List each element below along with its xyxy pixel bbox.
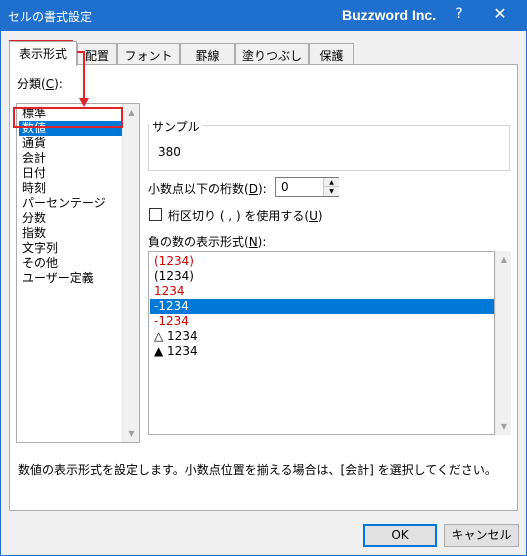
decimal-places-label: 小数点以下の桁数(D): <box>148 182 267 196</box>
stepper-down-icon[interactable]: ▼ <box>324 187 339 196</box>
category-item-scientific[interactable]: 指数 <box>19 226 123 241</box>
category-item-percentage[interactable]: パーセンテージ <box>19 196 123 211</box>
category-list[interactable]: 標準 数値 通貨 会計 日付 時刻 パーセンテージ 分数 指数 文字列 その他 … <box>16 103 140 443</box>
negative-list-scrollbar[interactable]: ▲ ▼ <box>495 251 511 435</box>
negative-option[interactable]: 1234 <box>150 284 494 299</box>
thousands-separator-label: 桁区切り ( , ) を使用する(U) <box>168 209 323 223</box>
negative-option[interactable]: (1234) <box>150 269 494 284</box>
brand-label: Buzzword Inc. <box>342 7 437 23</box>
category-item-time[interactable]: 時刻 <box>19 181 123 196</box>
stepper-buttons: ▲ ▼ <box>323 178 339 196</box>
category-scrollbar[interactable]: ▲ ▼ <box>122 104 139 442</box>
window-title: セルの書式設定 <box>8 10 93 24</box>
title-bar: セルの書式設定 Buzzword Inc. ? ✕ <box>0 0 527 31</box>
category-item-fraction[interactable]: 分数 <box>19 211 123 226</box>
number-format-panel: 分類(C): 標準 数値 通貨 会計 日付 時刻 パーセンテージ 分数 指数 文… <box>9 64 518 511</box>
category-item-text[interactable]: 文字列 <box>19 241 123 256</box>
scroll-up-icon[interactable]: ▲ <box>123 104 139 121</box>
tab-alignment[interactable]: 配置 <box>77 43 117 65</box>
negative-option[interactable]: -1234 <box>150 314 494 329</box>
category-item-general[interactable]: 標準 <box>19 106 123 121</box>
negative-option-selected[interactable]: -1234 <box>150 299 494 314</box>
category-label: 分類(C): <box>17 77 63 91</box>
thousands-separator-checkbox[interactable] <box>149 208 162 221</box>
help-icon[interactable]: ? <box>452 6 466 22</box>
scroll-up-icon[interactable]: ▲ <box>496 251 512 268</box>
close-icon[interactable]: ✕ <box>491 4 509 23</box>
format-description: 数値の表示形式を設定します。小数点位置を揃える場合は、[会計] を選択してくださ… <box>18 463 497 477</box>
category-item-currency[interactable]: 通貨 <box>19 136 123 151</box>
category-item-special[interactable]: その他 <box>19 256 123 271</box>
category-item-number[interactable]: 数値 <box>19 121 123 136</box>
category-item-custom[interactable]: ユーザー定義 <box>19 271 123 286</box>
negative-numbers-list[interactable]: (1234) (1234) 1234 -1234 -1234 △ 1234 ▲ … <box>148 251 495 435</box>
tab-fill[interactable]: 塗りつぶし <box>235 43 309 65</box>
stepper-up-icon[interactable]: ▲ <box>324 178 339 187</box>
scroll-down-icon[interactable]: ▼ <box>496 418 512 435</box>
format-cells-dialog: 表示形式 配置 フォント 罫線 塗りつぶし 保護 分類(C): 標準 数値 通貨… <box>0 31 527 556</box>
sample-group <box>148 125 510 171</box>
negative-option[interactable]: ▲ 1234 <box>150 344 494 359</box>
tab-protection[interactable]: 保護 <box>309 43 354 65</box>
negative-numbers-label: 負の数の表示形式(N): <box>148 235 267 249</box>
tab-number-format[interactable]: 表示形式 <box>9 41 77 66</box>
scroll-down-icon[interactable]: ▼ <box>123 425 139 442</box>
ok-button[interactable]: OK <box>363 524 437 547</box>
tab-font[interactable]: フォント <box>117 43 180 65</box>
decimal-places-value[interactable]: 0 <box>281 180 289 194</box>
sample-label: サンプル <box>150 118 202 135</box>
cancel-button[interactable]: キャンセル <box>444 524 519 547</box>
sample-value: 380 <box>158 145 181 159</box>
negative-option[interactable]: (1234) <box>150 254 494 269</box>
category-item-accounting[interactable]: 会計 <box>19 151 123 166</box>
tab-border[interactable]: 罫線 <box>180 43 235 65</box>
decimal-places-stepper[interactable]: 0 ▲ ▼ <box>275 177 339 197</box>
negative-option[interactable]: △ 1234 <box>150 329 494 344</box>
category-item-date[interactable]: 日付 <box>19 166 123 181</box>
